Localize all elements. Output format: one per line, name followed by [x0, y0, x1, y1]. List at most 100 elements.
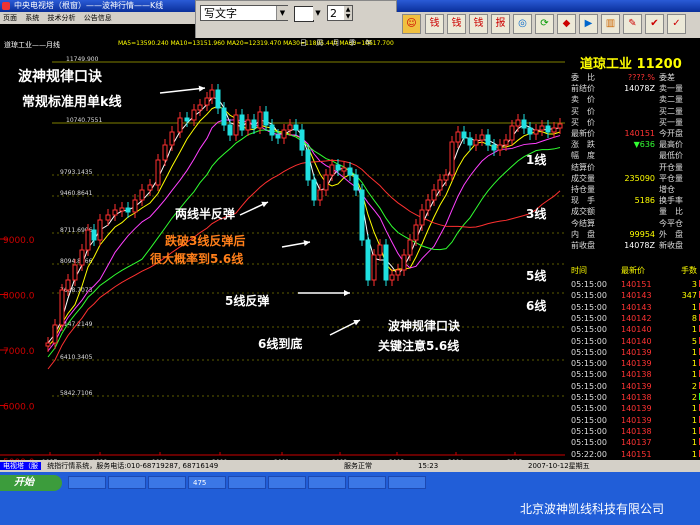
candle	[521, 119, 527, 129]
size-spinner-icon[interactable]: ▲ ▼	[344, 6, 352, 20]
menu-system[interactable]: 系统	[25, 14, 39, 22]
candle	[449, 141, 455, 176]
quote-row: 幅 度 最低价	[571, 151, 683, 161]
quote-label: 新收盘	[659, 241, 683, 250]
quote-row: 买 价 买一量	[571, 118, 683, 128]
menu-bar: 页面 系统 技术分析 公告信息	[0, 12, 195, 24]
chart-annotation: 波神规律口诀	[18, 68, 103, 85]
quote-row: 前结价 14078Z 卖一量	[571, 84, 683, 94]
candle	[317, 189, 323, 201]
status-tab[interactable]: 电视塔（服	[0, 462, 41, 470]
kline-chart[interactable]: 5000.06000.07000.08000.09000.011749.9001…	[0, 50, 565, 468]
globe-icon[interactable]: ◎	[513, 14, 532, 34]
smiley-icon[interactable]: ☺	[402, 14, 421, 34]
tick-row: 05:15:00 140139 2	[571, 381, 700, 393]
check-icon[interactable]: ✔	[645, 14, 664, 34]
refresh-icon[interactable]: ⟳	[535, 14, 554, 34]
candle	[97, 219, 103, 241]
candle	[413, 224, 419, 241]
candle	[91, 229, 97, 241]
candle	[204, 97, 210, 106]
candle	[365, 239, 371, 281]
next-icon[interactable]: ▶	[579, 14, 598, 34]
quote-label: 今平仓	[659, 218, 683, 228]
red-icon[interactable]: ◆	[557, 14, 576, 34]
quote-label: 最新价	[571, 129, 595, 138]
taskbar-item[interactable]	[68, 476, 106, 489]
candle	[467, 137, 473, 146]
font-select[interactable]: 写文字	[200, 5, 288, 21]
quote-row: 最新价 140151 今开盘	[571, 129, 683, 139]
tick-row: 05:15:00 140137 1	[571, 437, 700, 449]
taskbar-item[interactable]	[228, 476, 266, 489]
chevron-down-icon[interactable]: ▼	[276, 6, 288, 20]
mark-icon[interactable]: ✓	[667, 14, 686, 34]
quote-row: 今结算 今平仓	[571, 219, 683, 229]
candle	[147, 184, 153, 191]
chevron-down-icon[interactable]: ▼	[313, 6, 323, 20]
menu-analysis[interactable]: 技术分析	[47, 14, 75, 22]
candle	[275, 134, 281, 139]
candle	[485, 134, 491, 146]
candle	[105, 214, 111, 221]
quote-label: 买一量	[659, 117, 683, 127]
toolbar-report-button[interactable]: 报	[491, 14, 510, 34]
chart-icon[interactable]: ▥	[601, 14, 620, 34]
taskbar-item[interactable]	[108, 476, 146, 489]
candle	[233, 114, 239, 136]
tab-day[interactable]: 日	[300, 39, 307, 47]
tab-quarter[interactable]: 季	[349, 39, 356, 47]
quote-row: 内 盘 99954 外 盘	[571, 230, 683, 240]
quote-row: 委 比????.% 委差	[571, 73, 675, 83]
tick-row: 05:15:00 140143 1	[571, 302, 700, 314]
taskbar-item[interactable]	[148, 476, 186, 489]
taskbar-item[interactable]	[348, 476, 386, 489]
tab-week[interactable]: 周	[316, 39, 323, 47]
y-tick-label: 9000.0	[3, 236, 35, 246]
taskbar-item[interactable]	[268, 476, 306, 489]
chart-annotation: 很大概率到5.6线	[149, 251, 243, 266]
app-icon	[2, 2, 10, 10]
window-title: 中央电视塔（根窗）——波神行情——K线	[14, 1, 164, 10]
candle	[79, 249, 85, 266]
quote-row: 现 手 5186 换手率	[571, 196, 683, 206]
candle	[305, 149, 311, 181]
taskbar-item[interactable]	[388, 476, 426, 489]
quote-value: 140151	[624, 129, 655, 138]
quote-label: 最高价	[659, 140, 683, 150]
line-label: 5线	[526, 268, 546, 283]
server-status: 服务正常	[344, 462, 372, 470]
candle	[443, 174, 449, 181]
pencil-icon[interactable]: ✎	[623, 14, 642, 34]
tick-row: 05:15:00 140138 1	[571, 369, 700, 381]
price-level-label: 9460.8641	[60, 190, 93, 197]
tick-row: 05:15:00 140139 1	[571, 415, 700, 427]
toolbar-money-button[interactable]: 钱	[469, 14, 488, 34]
candle	[245, 119, 251, 131]
menu-page[interactable]: 页面	[3, 14, 17, 22]
status-text: 统指行情系统，服务电话:010-68719287, 68716149	[47, 462, 219, 470]
toolbar-money-button[interactable]: 钱	[447, 14, 466, 34]
taskbar-item[interactable]	[308, 476, 346, 489]
candle	[353, 174, 359, 191]
chart-annotation: 跌破3线反弹后	[165, 233, 245, 248]
candle	[347, 167, 353, 176]
tab-year[interactable]: 年	[365, 39, 372, 47]
tab-month[interactable]: 月	[332, 39, 339, 47]
taskbar-item[interactable]: 475	[188, 476, 226, 489]
candle	[515, 119, 521, 127]
menu-info[interactable]: 公告信息	[84, 14, 112, 22]
candle	[335, 164, 341, 171]
candle	[479, 134, 485, 141]
period-tabs: 日 周 月 季 年	[300, 38, 379, 48]
quote-label: 涨 跌	[571, 140, 595, 150]
start-button[interactable]: 开始	[0, 475, 62, 491]
tick-header: 时间 最新价 手数	[571, 266, 697, 275]
candle	[461, 131, 467, 139]
quote-value: 99954	[629, 229, 655, 239]
color-picker[interactable]	[294, 6, 314, 22]
candle	[257, 111, 263, 129]
price-level-label: 9793.1435	[60, 169, 93, 176]
candle	[197, 104, 203, 111]
toolbar-money-button[interactable]: 钱	[425, 14, 444, 34]
